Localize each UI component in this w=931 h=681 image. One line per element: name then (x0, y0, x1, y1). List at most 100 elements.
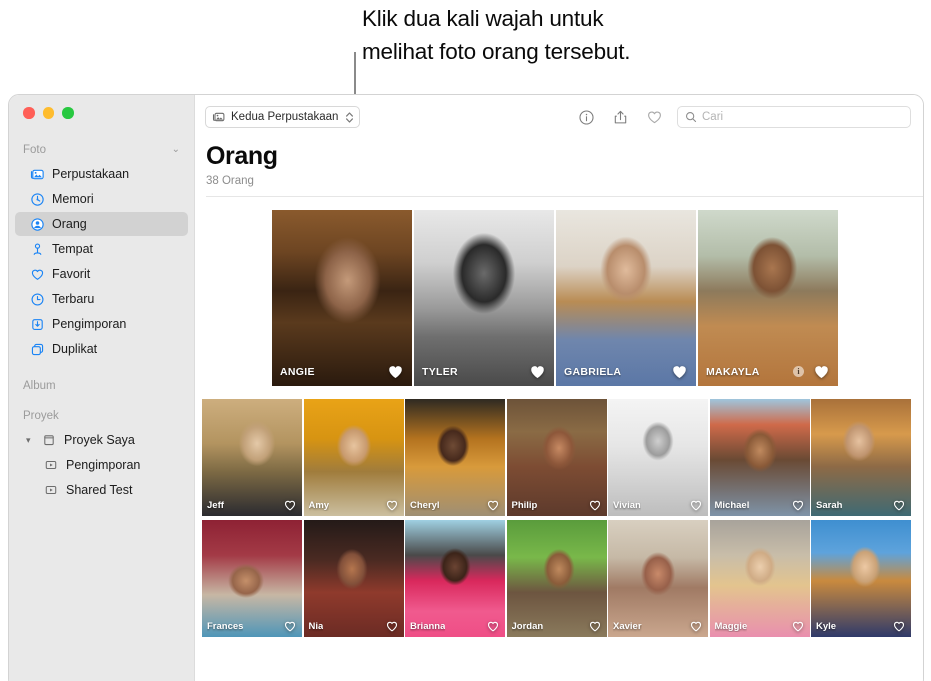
sidebar-item-label: Favorit (52, 267, 90, 281)
zoom-button[interactable] (62, 107, 74, 119)
person-tile-featured[interactable]: TYLER (414, 210, 554, 386)
person-tile[interactable]: Xavier (608, 520, 708, 637)
favorite-heart-icon[interactable] (388, 365, 403, 379)
close-button[interactable] (23, 107, 35, 119)
folder-icon (41, 432, 57, 448)
favorite-heart-icon[interactable] (893, 621, 905, 632)
person-photo (202, 399, 302, 516)
person-tile[interactable]: Frances (202, 520, 302, 637)
sidebar-item-proyek-saya[interactable]: ▾ Proyek Saya (15, 428, 188, 452)
person-photo (304, 399, 404, 516)
sidebar-item-orang[interactable]: Orang (15, 212, 188, 236)
sidebar-item-favorit[interactable]: Favorit (15, 262, 188, 286)
person-name: Vivian (613, 500, 641, 511)
favorite-heart-icon[interactable] (530, 365, 545, 379)
library-popup-button[interactable]: Kedua Perpustakaan (205, 106, 360, 128)
sidebar-item-pengimporan[interactable]: Pengimporan (15, 312, 188, 336)
people-icon (29, 216, 45, 232)
person-name: Jordan (512, 621, 544, 632)
share-icon[interactable] (611, 108, 629, 126)
favorite-heart-icon[interactable] (690, 500, 702, 511)
person-tile[interactable]: Michael (710, 399, 810, 516)
search-field[interactable]: Cari (677, 106, 911, 128)
person-name: Cheryl (410, 500, 440, 511)
people-row: Frances Nia Brianna (202, 520, 923, 637)
favorite-heart-icon[interactable] (386, 621, 398, 632)
info-circle-icon[interactable] (577, 108, 595, 126)
favorite-heart-icon[interactable] (386, 500, 398, 511)
person-name: Philip (512, 500, 538, 511)
sidebar-item-label: Memori (52, 192, 94, 206)
person-photo (405, 399, 505, 516)
favorite-heart-icon[interactable] (589, 621, 601, 632)
info-badge-icon[interactable]: i (793, 366, 804, 377)
person-tile[interactable]: Jordan (507, 520, 607, 637)
person-tile[interactable]: Philip (507, 399, 607, 516)
chevron-down-icon[interactable]: ▾ (26, 436, 31, 445)
person-tile-featured[interactable]: ANGIE (272, 210, 412, 386)
person-name: Amy (309, 500, 330, 511)
favorite-heart-icon[interactable] (284, 621, 296, 632)
sidebar-item-label: Perpustakaan (52, 167, 129, 181)
favorite-heart-icon[interactable] (487, 621, 499, 632)
sidebar-item-memori[interactable]: Memori (15, 187, 188, 211)
favorite-heart-icon[interactable] (284, 500, 296, 511)
favorite-heart-icon[interactable] (893, 500, 905, 511)
search-placeholder: Cari (702, 111, 723, 123)
minimize-button[interactable] (43, 107, 55, 119)
chevron-up-down-icon[interactable] (343, 110, 356, 125)
favorite-heart-icon[interactable] (589, 500, 601, 511)
person-tile[interactable]: Brianna (405, 520, 505, 637)
sidebar-item-perpustakaan[interactable]: Perpustakaan (15, 162, 188, 186)
person-tile-featured[interactable]: MAKAYLA i (698, 210, 838, 386)
sidebar-section-proyek[interactable]: Proyek (9, 405, 194, 427)
library-popup-label: Kedua Perpustakaan (231, 111, 338, 123)
sidebar-item-label: Pengimporan (66, 458, 140, 472)
toolbar: Kedua Perpustakaan (195, 95, 923, 139)
person-tile[interactable]: Nia (304, 520, 404, 637)
chevron-down-icon[interactable]: ⌄ (172, 145, 180, 155)
person-tile[interactable]: Kyle (811, 520, 911, 637)
people-row: Jeff Amy Cheryl (202, 399, 923, 516)
recents-clock-icon (29, 291, 45, 307)
sidebar-section-album[interactable]: Album (9, 375, 194, 397)
sidebar-item-tempat[interactable]: Tempat (15, 237, 188, 261)
sidebar-item-terbaru[interactable]: Terbaru (15, 287, 188, 311)
people-rows: Jeff Amy Cheryl (195, 399, 923, 637)
person-name: TYLER (422, 366, 458, 378)
person-tile[interactable]: Maggie (710, 520, 810, 637)
heart-outline-icon[interactable] (645, 108, 663, 126)
person-photo (414, 210, 554, 386)
person-tile[interactable]: Amy (304, 399, 404, 516)
favorite-heart-icon[interactable] (792, 621, 804, 632)
sidebar-item-label: Shared Test (66, 483, 132, 497)
slideshow-icon (43, 482, 59, 498)
favorite-heart-icon[interactable] (690, 621, 702, 632)
person-tile[interactable]: Sarah (811, 399, 911, 516)
sidebar: Foto ⌄ Perpustakaan (9, 95, 195, 681)
favorite-heart-icon[interactable] (814, 365, 829, 379)
person-tile[interactable]: Vivian (608, 399, 708, 516)
sidebar-item-project-pengimporan[interactable]: Pengimporan (15, 453, 188, 477)
person-tile[interactable]: Cheryl (405, 399, 505, 516)
person-tile-featured[interactable]: GABRIELA (556, 210, 696, 386)
sidebar-section-foto[interactable]: Foto ⌄ (9, 139, 194, 161)
sidebar-item-label: Tempat (52, 242, 93, 256)
favorite-heart-icon[interactable] (672, 365, 687, 379)
favorite-heart-icon[interactable] (792, 500, 804, 511)
callout-annotation-text: Klik dua kali wajah untuk melihat foto o… (362, 2, 882, 68)
duplicates-icon (29, 341, 45, 357)
favorite-heart-icon[interactable] (487, 500, 499, 511)
page-title: Orang (206, 141, 923, 171)
person-tile[interactable]: Jeff (202, 399, 302, 516)
person-photo (710, 399, 810, 516)
people-count: 38 Orang (206, 175, 923, 187)
sidebar-item-duplikat[interactable]: Duplikat (15, 337, 188, 361)
person-name: Frances (207, 621, 243, 632)
sidebar-item-project-shared-test[interactable]: Shared Test (15, 478, 188, 502)
featured-row: ANGIE TYLER GABRIELA (195, 210, 923, 386)
sidebar-item-label: Orang (52, 217, 87, 231)
sidebar-scroll-area[interactable]: Foto ⌄ Perpustakaan (9, 139, 194, 681)
people-grid[interactable]: ANGIE TYLER GABRIELA (195, 210, 923, 681)
person-photo (608, 520, 708, 637)
